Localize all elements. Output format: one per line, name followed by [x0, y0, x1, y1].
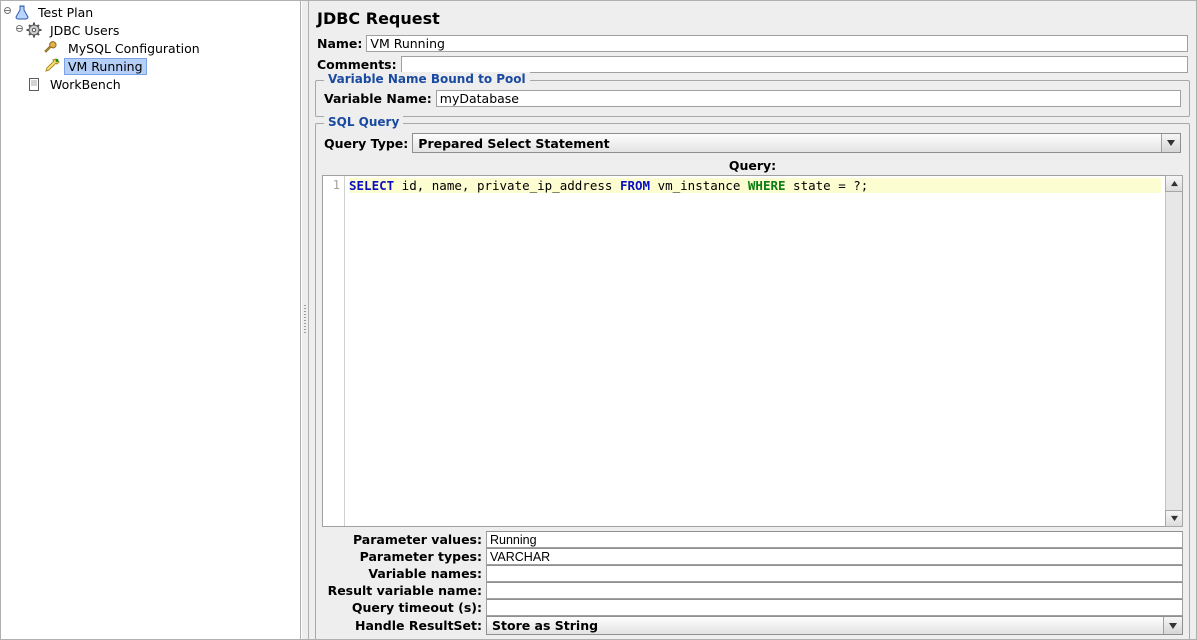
- tree-panel[interactable]: Test Plan JDBC Users MySQL Configuration: [1, 1, 301, 639]
- sql-text: vm_instance: [650, 178, 748, 193]
- flask-icon: [13, 4, 31, 20]
- comments-input[interactable]: [401, 56, 1188, 73]
- scroll-track[interactable]: [1166, 192, 1182, 510]
- name-row: Name:: [315, 34, 1190, 53]
- tree-label: MySQL Configuration: [64, 40, 204, 57]
- editor-gutter: 1: [323, 176, 345, 526]
- comments-label: Comments:: [317, 57, 401, 72]
- panel-title: JDBC Request: [317, 9, 1188, 28]
- app-window: Test Plan JDBC Users MySQL Configuration: [0, 0, 1197, 640]
- name-label: Name:: [317, 36, 366, 51]
- tree-label: JDBC Users: [46, 22, 123, 39]
- chevron-down-icon[interactable]: [1161, 134, 1180, 152]
- combo-value: Prepared Select Statement: [413, 136, 1161, 151]
- query-type-label: Query Type:: [324, 136, 412, 151]
- query-timeout-row: Query timeout (s):: [322, 599, 1183, 616]
- param-values-row: Parameter values:: [322, 531, 1183, 548]
- pipette-icon: [43, 58, 61, 74]
- variable-names-input[interactable]: [486, 565, 1183, 582]
- scroll-up-icon[interactable]: [1165, 175, 1183, 192]
- param-values-label: Parameter values:: [322, 532, 486, 547]
- sql-keyword: FROM: [620, 178, 650, 193]
- group-legend: SQL Query: [324, 115, 403, 129]
- query-type-row: Query Type: Prepared Select Statement: [322, 132, 1183, 154]
- query-timeout-input[interactable]: [486, 599, 1183, 616]
- tree-node-workbench[interactable]: WorkBench: [1, 75, 300, 93]
- variable-name-label: Variable Name:: [324, 91, 436, 106]
- document-icon: [25, 76, 43, 92]
- tree-label: WorkBench: [46, 76, 125, 93]
- handle-resultset-combo[interactable]: Store as String: [486, 616, 1183, 635]
- sql-query-group: SQL Query Query Type: Prepared Select St…: [315, 123, 1190, 639]
- tree-toggle-icon[interactable]: [13, 24, 25, 36]
- editor-scrollbar[interactable]: [1165, 176, 1182, 526]
- line-number: 1: [333, 178, 340, 192]
- param-types-row: Parameter types:: [322, 548, 1183, 565]
- variable-names-row: Variable names:: [322, 565, 1183, 582]
- tree-node-test-plan[interactable]: Test Plan: [1, 3, 300, 21]
- result-var-label: Result variable name:: [322, 583, 486, 598]
- param-types-input[interactable]: [486, 548, 1183, 565]
- tree-label-selected: VM Running: [64, 58, 147, 75]
- sql-text: id, name, private_ip_address: [394, 178, 620, 193]
- chevron-down-icon[interactable]: [1163, 617, 1182, 634]
- sql-keyword: WHERE: [748, 178, 786, 193]
- split-handle[interactable]: [301, 1, 309, 639]
- wrench-icon: [43, 40, 61, 56]
- group-legend: Variable Name Bound to Pool: [324, 72, 530, 86]
- handle-resultset-label: Handle ResultSet:: [322, 618, 486, 633]
- variable-names-label: Variable names:: [322, 566, 486, 581]
- variable-name-input[interactable]: [436, 90, 1181, 107]
- test-tree: Test Plan JDBC Users MySQL Configuration: [1, 1, 300, 93]
- query-editor[interactable]: 1 SELECT id, name, private_ip_address FR…: [322, 175, 1183, 527]
- tree-node-vm-running[interactable]: VM Running: [1, 57, 300, 75]
- name-input[interactable]: [366, 35, 1188, 52]
- sql-text: state = ?;: [786, 178, 869, 193]
- param-values-input[interactable]: [486, 531, 1183, 548]
- combo-value: Store as String: [487, 618, 1163, 633]
- gear-icon: [25, 22, 43, 38]
- query-timeout-label: Query timeout (s):: [322, 600, 486, 615]
- query-type-combo[interactable]: Prepared Select Statement: [412, 133, 1181, 153]
- tree-label: Test Plan: [34, 4, 97, 21]
- main-panel: JDBC Request Name: Comments: Variable Na…: [309, 1, 1196, 639]
- variable-name-row: Variable Name:: [322, 89, 1183, 108]
- result-var-row: Result variable name:: [322, 582, 1183, 599]
- sql-keyword: SELECT: [349, 178, 394, 193]
- tree-node-mysql-config[interactable]: MySQL Configuration: [1, 39, 300, 57]
- scroll-down-icon[interactable]: [1165, 510, 1183, 527]
- tree-node-jdbc-users[interactable]: JDBC Users: [1, 21, 300, 39]
- param-types-label: Parameter types:: [322, 549, 486, 564]
- tree-toggle-icon[interactable]: [1, 6, 13, 18]
- result-var-input[interactable]: [486, 582, 1183, 599]
- query-header: Query:: [322, 158, 1183, 173]
- handle-resultset-row: Handle ResultSet: Store as String: [322, 616, 1183, 635]
- var-pool-group: Variable Name Bound to Pool Variable Nam…: [315, 80, 1190, 117]
- editor-body[interactable]: SELECT id, name, private_ip_address FROM…: [345, 176, 1165, 526]
